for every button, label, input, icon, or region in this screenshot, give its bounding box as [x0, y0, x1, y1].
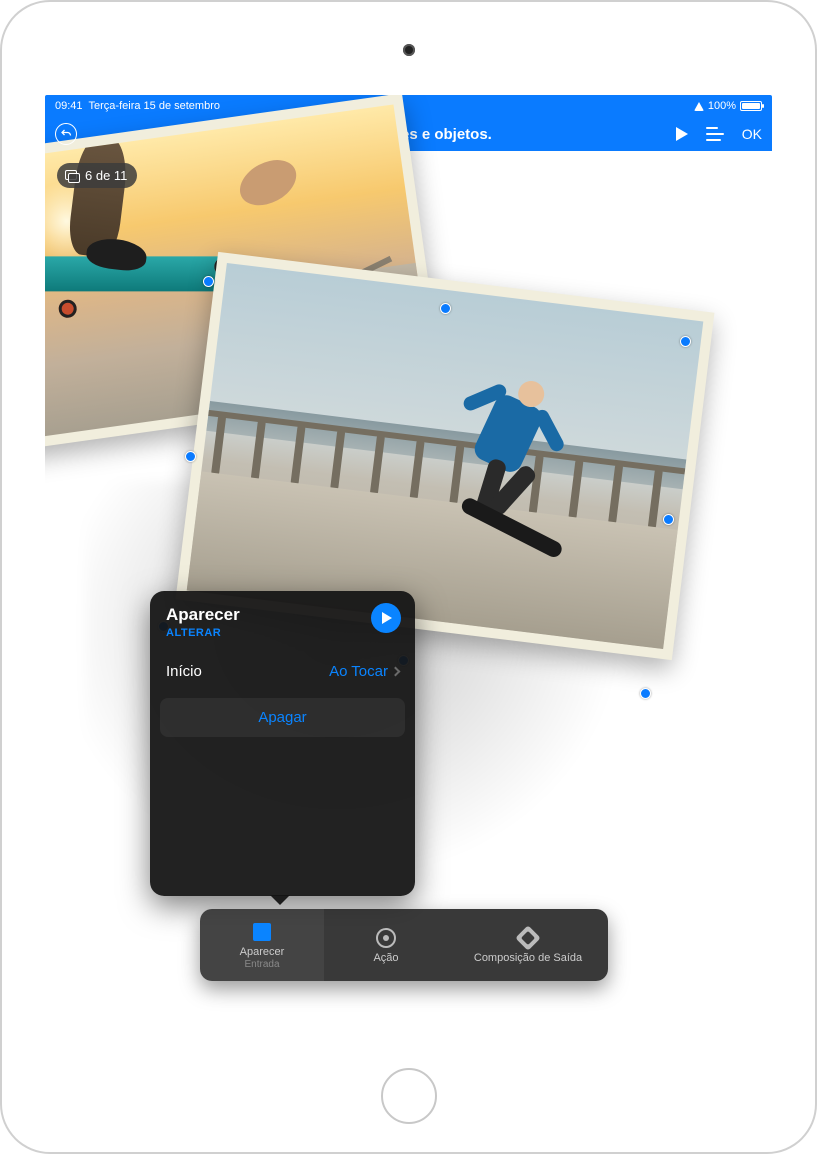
status-date: Terça-feira 15 de setembro: [89, 100, 220, 112]
battery-icon: [740, 101, 762, 111]
slide-counter-text: 6 de 11: [85, 168, 127, 183]
home-button[interactable]: [381, 1068, 437, 1124]
wifi-icon: [694, 102, 704, 111]
animation-type-tabs: Aparecer Entrada Ação Composição de Saíd…: [200, 909, 608, 981]
preview-animation-button[interactable]: [371, 603, 401, 633]
screen: 09:41 Terça-feira 15 de setembro 100% An…: [45, 95, 772, 1054]
tab-build-in-label: Aparecer: [240, 946, 285, 958]
undo-button[interactable]: [55, 123, 77, 145]
action-icon: [376, 928, 396, 948]
slide-canvas[interactable]: 6 de 11 Aparecer ALTERAR Início Ao Tocar…: [45, 151, 772, 1054]
slides-icon: [65, 170, 79, 182]
ipad-frame: 09:41 Terça-feira 15 de setembro 100% An…: [0, 0, 817, 1154]
battery-pct: 100%: [708, 100, 736, 112]
slide-counter-pill[interactable]: 6 de 11: [57, 163, 137, 188]
camera-dot: [403, 44, 415, 56]
tab-action[interactable]: Ação: [324, 909, 448, 981]
popover-arrow: [270, 895, 290, 905]
tab-action-label: Ação: [373, 952, 398, 964]
status-bar: 09:41 Terça-feira 15 de setembro 100%: [45, 95, 772, 117]
tab-build-in[interactable]: Aparecer Entrada: [200, 909, 324, 981]
effect-name: Aparecer: [166, 605, 399, 625]
tab-build-in-sub: Entrada: [244, 959, 279, 970]
build-order-button[interactable]: [706, 127, 724, 141]
build-out-icon: [515, 925, 540, 950]
start-label: Início: [166, 663, 202, 680]
animation-popover: Aparecer ALTERAR Início Ao Tocar Apagar: [150, 591, 415, 896]
start-row[interactable]: Início Ao Tocar: [150, 655, 415, 688]
chevron-right-icon: [391, 667, 401, 677]
change-effect-button[interactable]: ALTERAR: [166, 627, 399, 639]
tab-build-out-label: Composição de Saída: [474, 952, 582, 964]
status-time: 09:41: [55, 100, 83, 112]
start-value: Ao Tocar: [329, 663, 388, 680]
done-button[interactable]: OK: [742, 126, 762, 142]
delete-animation-button[interactable]: Apagar: [160, 698, 405, 737]
play-button[interactable]: [676, 127, 688, 141]
build-in-icon: [253, 923, 271, 941]
tab-build-out[interactable]: Composição de Saída: [448, 909, 608, 981]
play-icon: [382, 612, 392, 624]
